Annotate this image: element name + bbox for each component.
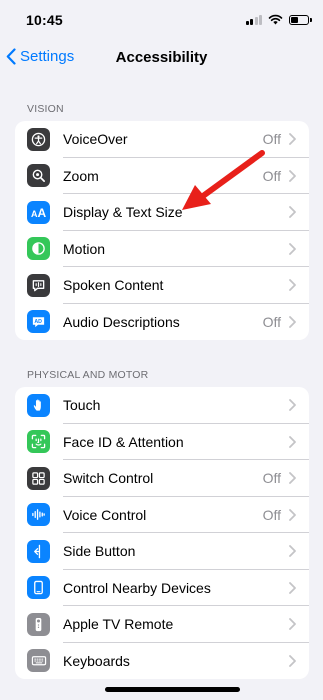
chevron-right-icon bbox=[289, 399, 296, 412]
switch-grid-icon bbox=[27, 466, 50, 490]
row-voice-control[interactable]: Voice Control Off bbox=[15, 497, 309, 533]
row-label: Display & Text Size bbox=[63, 204, 183, 221]
row-label: Voice Control bbox=[63, 506, 147, 523]
row-label: Zoom bbox=[63, 167, 99, 184]
chevron-right-icon bbox=[289, 315, 296, 328]
row-value: Off bbox=[262, 313, 281, 330]
status-icons bbox=[245, 14, 312, 25]
zoom-icon bbox=[27, 164, 50, 188]
chevron-right-icon bbox=[289, 206, 296, 219]
keyboard-icon bbox=[27, 649, 50, 673]
row-spoken-content[interactable]: Spoken Content bbox=[15, 267, 309, 304]
row-value: Off bbox=[262, 131, 281, 148]
row-label: Touch bbox=[63, 397, 101, 414]
row-display-text-size[interactable]: A A Display & Text Size bbox=[15, 194, 309, 231]
hand-touch-icon bbox=[27, 393, 50, 417]
row-control-nearby-devices[interactable]: Control Nearby Devices bbox=[15, 570, 309, 606]
chevron-right-icon bbox=[289, 242, 296, 255]
row-label: Control Nearby Devices bbox=[63, 579, 211, 596]
tv-remote-icon bbox=[27, 612, 50, 636]
svg-text:AD: AD bbox=[34, 319, 42, 325]
voice-waveform-icon bbox=[27, 503, 50, 527]
row-label: Switch Control bbox=[63, 470, 154, 487]
text-size-icon: AA bbox=[27, 200, 50, 224]
row-apple-tv-remote[interactable]: Apple TV Remote bbox=[15, 606, 309, 643]
row-motion[interactable]: Motion bbox=[15, 231, 309, 267]
row-keyboards[interactable]: Keyboards bbox=[15, 643, 309, 680]
motion-icon bbox=[27, 237, 50, 261]
row-label: Motion bbox=[63, 240, 106, 257]
chevron-right-icon bbox=[289, 508, 296, 521]
row-label: Spoken Content bbox=[63, 277, 164, 294]
speech-bubble-icon bbox=[27, 273, 50, 297]
chevron-right-icon bbox=[289, 133, 296, 146]
row-label: Apple TV Remote bbox=[63, 616, 174, 633]
cellular-signal-icon bbox=[245, 14, 262, 25]
svg-text:A: A bbox=[37, 206, 46, 219]
chevron-right-icon bbox=[289, 169, 296, 182]
physical-motor-settings-group: Touch Face ID & Attention Switch Control Of… bbox=[15, 387, 309, 679]
page-title: Accessibility bbox=[115, 49, 208, 66]
row-label: Audio Descriptions bbox=[63, 313, 180, 330]
chevron-right-icon bbox=[289, 435, 296, 448]
chevron-right-icon bbox=[289, 545, 296, 558]
status-bar: 10:45 bbox=[0, 0, 323, 40]
battery-level bbox=[291, 16, 298, 23]
chevron-right-icon bbox=[289, 581, 296, 594]
row-value: Off bbox=[262, 506, 281, 523]
navigation-bar: Settings Accessibility bbox=[0, 40, 323, 76]
chevron-right-icon bbox=[289, 279, 296, 292]
row-value: Off bbox=[262, 470, 281, 487]
section-header-vision: VISION bbox=[27, 103, 64, 115]
status-time: 10:45 bbox=[26, 12, 63, 28]
row-face-id-attention[interactable]: Face ID & Attention bbox=[15, 424, 309, 460]
side-button-icon bbox=[27, 539, 50, 563]
voiceover-icon bbox=[27, 127, 50, 151]
wifi-icon bbox=[268, 14, 283, 25]
row-label: Face ID & Attention bbox=[63, 433, 184, 450]
row-label: Side Button bbox=[63, 543, 136, 560]
row-label: VoiceOver bbox=[63, 131, 128, 148]
chevron-right-icon bbox=[289, 472, 296, 485]
section-header-physical-motor: PHYSICAL AND MOTOR bbox=[27, 369, 149, 381]
device-icon bbox=[27, 576, 50, 600]
row-side-button[interactable]: Side Button bbox=[15, 533, 309, 570]
vision-settings-group: VoiceOver Off Zoom Off A A Display & Text Size… bbox=[15, 121, 309, 340]
row-zoom[interactable]: Zoom Off bbox=[15, 158, 309, 194]
home-indicator[interactable] bbox=[105, 687, 240, 692]
face-id-icon bbox=[27, 430, 50, 454]
row-label: Keyboards bbox=[63, 652, 130, 669]
audio-description-icon: AD bbox=[27, 310, 50, 334]
row-value: Off bbox=[262, 167, 281, 184]
row-voiceover[interactable]: VoiceOver Off bbox=[15, 121, 309, 158]
chevron-right-icon bbox=[289, 618, 296, 631]
chevron-right-icon bbox=[289, 654, 296, 667]
row-switch-control[interactable]: Switch Control Off bbox=[15, 460, 309, 497]
row-audio-descriptions[interactable]: AD Audio Descriptions Off bbox=[15, 304, 309, 341]
battery-icon bbox=[289, 14, 312, 25]
row-touch[interactable]: Touch bbox=[15, 387, 309, 424]
